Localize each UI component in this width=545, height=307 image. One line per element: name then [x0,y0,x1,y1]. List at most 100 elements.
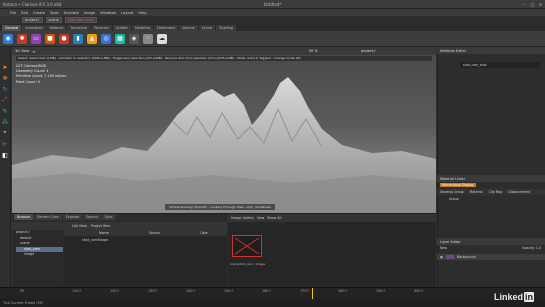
material-linker-row[interactable]: Group [437,196,545,202]
status-bar: Tick Current Frame (55) [0,299,545,307]
cloud-icon[interactable]: ☁ [157,33,167,44]
3d-viewport[interactable] [12,55,436,213]
empty-image-icon [234,237,260,255]
project-item-toggle[interactable]: Project Item [91,224,111,228]
col-shading-group[interactable]: Shading Group [440,190,464,194]
watermark-logo: Linked in [494,292,535,302]
material-linker-title: Material Linker [440,176,466,181]
material-linker-columns: Shading Group Material Clip Map Displace… [437,189,545,195]
status-text: Tick Current Frame (55) [3,301,44,305]
breadcrumb-project[interactable]: project:/ [22,17,43,23]
viewport-hud: LUT: Clarisse|RGB Geometry Count: 1 Prim… [16,64,66,85]
col-displacement[interactable]: Displacement [508,190,530,194]
tree-item-image[interactable]: image [16,252,63,258]
image-thumbnail[interactable] [232,235,262,257]
file-list: Name Source Cate shot_camShape [64,230,227,286]
move-tool-icon[interactable]: ✥ [1,74,9,82]
cone-icon[interactable]: ▲ [87,33,97,44]
plane-icon[interactable]: ▭ [31,33,41,44]
brand-name: Linked [494,292,524,302]
breadcrumb-shot-cam[interactable]: shot_cam_shot [64,17,97,23]
timeline-tick: 190 f [376,289,385,293]
tool-palette: ➤ ✥ ↻ ⤢ ✎ ⁂ ⌖ ⊢ ◧ [0,47,11,287]
layer-swatch-icon [445,255,454,259]
right-panel [437,47,545,287]
material-linker-filter-row: Hierarchical Display [437,182,545,188]
menu-animate[interactable]: Animate [64,11,79,15]
attribute-editor-field[interactable]: shot_cam_shot [460,62,540,68]
gallery-title: Image Gallery [231,216,255,220]
layer-row[interactable]: ◉ Background [437,254,545,260]
layer-editor-header: Layer Editor [437,238,545,245]
scene-tree: project:/ default scene shot_cam image [13,230,63,286]
snap-tool-icon[interactable]: ⌖ [1,129,9,137]
rotate-tool-icon[interactable]: ↻ [1,85,9,93]
menu-create[interactable]: Create [33,11,45,15]
grid-icon[interactable]: ▦ [115,33,125,44]
select-tool-icon[interactable]: ➤ [1,63,9,71]
hud-point-count: Point Count: 0 [16,79,40,84]
current-frame-field[interactable]: 55 [20,289,24,293]
layer-opacity[interactable]: Opacity: 1.0 [522,246,541,250]
menu-image[interactable]: Image [84,11,95,15]
scatter-tool-icon[interactable]: ⁂ [1,118,9,126]
viewport-menu-icon[interactable]: ≡ [32,49,35,54]
timeline-end: 300 f [414,289,423,293]
layer-new-button[interactable]: New [440,246,447,250]
shelf-tabs: General Animation Material Transform Par… [0,24,545,31]
context-path-bar: project:/ scene shot_cam_shot [20,16,545,24]
menu-tools[interactable]: Tools [50,11,59,15]
col-category[interactable]: Cate [200,231,208,235]
timeline-tick: 120 f [110,289,119,293]
attribute-editor-header: Attribute Editor [437,47,545,54]
zoom-level[interactable]: 50 % [309,49,318,53]
camera-icon[interactable]: ◉ [3,33,13,44]
gallery-show-select[interactable]: Show All [267,216,281,220]
material-linker-header: Material Linker [437,175,545,182]
col-material[interactable]: Material [470,190,483,194]
menu-windows[interactable]: Windows [100,11,116,15]
timeline-tick: 180 f [338,289,347,293]
tab-search[interactable]: Search [83,214,101,220]
gallery-header: Image Gallery New Show All [228,214,436,222]
file-name: shot_camShape [82,238,109,242]
cube-icon[interactable]: ■ [45,33,55,44]
paint-tool-icon[interactable]: ✎ [1,107,9,115]
minimize-icon[interactable]: – [521,1,528,7]
sphere-icon[interactable]: ● [59,33,69,44]
tab-browser[interactable]: Browser [14,214,34,220]
menu-edit[interactable]: Edit [21,11,28,15]
title-bar: Katana • Clarisse iFX 3.0 x64 Untitled* … [0,0,545,9]
eye-icon[interactable]: ◉ [440,255,443,259]
col-name[interactable]: Name [99,231,109,235]
menu-file[interactable]: File [10,11,16,15]
shelf-toolbar: ◉ ✺ ▭ ■ ● ▮ ▲ ◎ ▦ ◈ ⁘ ☁ [0,31,545,47]
thumbnail-label: /cam/shot_cam / image [230,262,266,266]
file-row[interactable]: shot_camShape [64,236,227,242]
menu-help[interactable]: Help [138,11,146,15]
measure-tool-icon[interactable]: ⊢ [1,140,9,148]
close-icon[interactable]: ✕ [537,1,544,7]
scale-tool-icon[interactable]: ⤢ [1,96,9,104]
breadcrumb-scene[interactable]: scene [45,17,62,23]
playhead[interactable] [312,288,313,299]
light-icon[interactable]: ✺ [17,33,27,44]
particle-icon[interactable]: ⁘ [143,33,153,44]
timeline[interactable]: 55 110 f 120 f 130 f 140 f 150 f 160 f 1… [0,287,545,299]
menu-layout[interactable]: Layout [121,11,133,15]
col-clip-map[interactable]: Clip Map [489,190,503,194]
hierarchical-display-button[interactable]: Hierarchical Display [440,183,476,187]
list-view-toggle[interactable]: List View [72,224,87,228]
viewport-context[interactable]: project:/ [361,49,376,53]
color-swatch-icon[interactable]: ◧ [1,151,9,159]
cylinder-icon[interactable]: ▮ [73,33,83,44]
maximize-icon[interactable]: ▢ [529,1,536,7]
torus-icon[interactable]: ◎ [101,33,111,44]
col-source[interactable]: Source [149,231,160,235]
gallery-new-button[interactable]: New [257,216,264,220]
tab-sync[interactable]: Sync [101,214,116,220]
group-icon[interactable]: ◈ [129,33,139,44]
attribute-field-value: shot_cam_shot [463,63,487,67]
tab-render-cube[interactable]: Render Cube [34,214,62,220]
tab-explorer[interactable]: Explorer [62,214,83,220]
